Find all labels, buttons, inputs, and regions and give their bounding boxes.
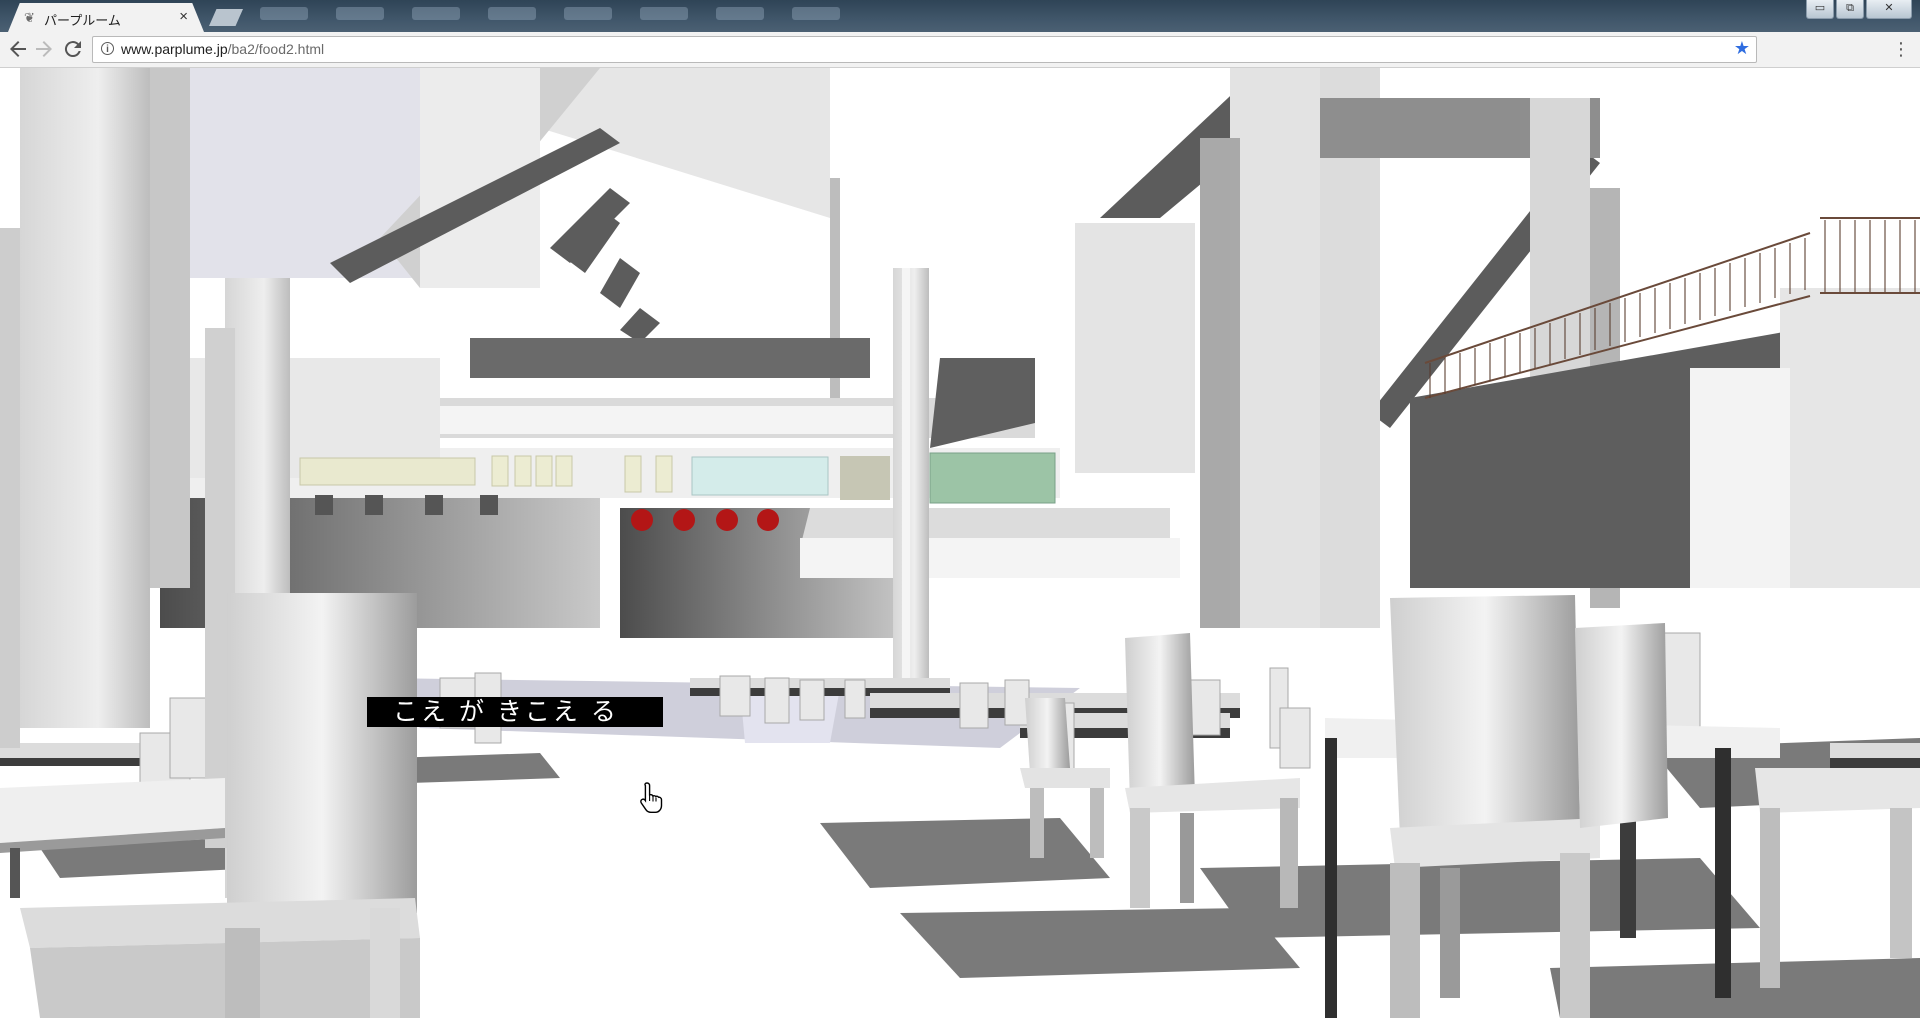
maximize-button[interactable]: ⧉: [1836, 0, 1864, 19]
browser-tab[interactable]: ❦ パープルーム ×: [8, 3, 204, 32]
window-controls: ▭ ⧉ ✕: [1806, 0, 1912, 19]
food-court-scene: [0, 68, 1920, 1018]
kebab-menu-icon[interactable]: ⋮: [1892, 37, 1910, 61]
back-arrow-icon[interactable]: [6, 37, 30, 61]
info-icon[interactable]: i: [101, 42, 114, 55]
url-text: www.parplume.jp/ba2/food2.html: [121, 41, 325, 57]
new-tab-button[interactable]: [209, 9, 243, 26]
tab-close-icon[interactable]: ×: [179, 8, 188, 25]
address-bar[interactable]: i www.parplume.jp/ba2/food2.html ★: [92, 36, 1757, 63]
star-icon[interactable]: ★: [1734, 38, 1750, 59]
minimize-button[interactable]: ▭: [1806, 0, 1834, 19]
scene-viewport[interactable]: こえ が きこえ る: [0, 68, 1920, 1018]
dialogue-subtitle: こえ が きこえ る: [367, 697, 663, 727]
browser-toolbar: i www.parplume.jp/ba2/food2.html ★ ⋮: [0, 32, 1920, 68]
tab-strip: ❦ パープルーム × ▭ ⧉ ✕: [0, 0, 1920, 32]
blurred-bookmarks: [260, 7, 840, 20]
close-window-button[interactable]: ✕: [1866, 0, 1912, 19]
tab-title: パープルーム: [44, 13, 121, 28]
reload-icon[interactable]: [61, 37, 85, 61]
site-favicon-icon: ❦: [24, 10, 35, 25]
forward-arrow-icon[interactable]: [32, 37, 56, 61]
hand-pointer-cursor-icon: [640, 782, 663, 813]
